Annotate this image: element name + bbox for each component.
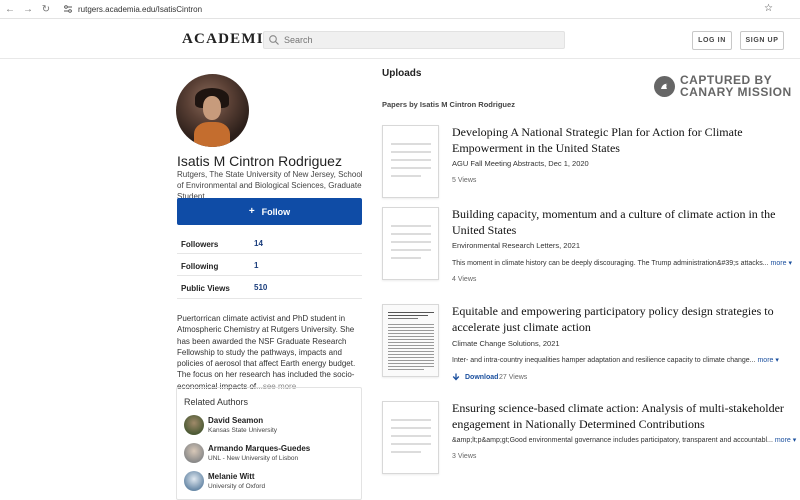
author-institution: University of Oxford xyxy=(208,483,266,490)
paper-meta: Environmental Research Letters, 2021 xyxy=(452,241,580,250)
more-link[interactable]: more ▾ xyxy=(771,260,792,267)
signup-button[interactable]: SIGN UP xyxy=(740,31,784,50)
stat-following-value[interactable]: 1 xyxy=(254,261,258,270)
paper-title[interactable]: Developing A National Strategic Plan for… xyxy=(452,125,800,156)
divider xyxy=(177,253,362,254)
profile-avatar xyxy=(176,74,249,147)
snippet-text: &amp;lt;p&amp;gt;Good environmental gove… xyxy=(452,437,773,444)
paper-views: 5 Views xyxy=(452,177,477,184)
related-author-item[interactable]: David Seamon Kansas State University xyxy=(184,415,359,439)
author-name[interactable]: David Seamon xyxy=(208,416,263,425)
paper-thumbnail[interactable] xyxy=(382,401,439,474)
stat-following-label: Following xyxy=(181,262,219,271)
caret-down-icon: ▾ xyxy=(792,437,797,444)
divider xyxy=(177,275,362,276)
related-authors-panel: Related Authors David Seamon Kansas Stat… xyxy=(176,387,362,500)
author-name[interactable]: Melanie Witt xyxy=(208,472,255,481)
snippet-text: Inter- and intra-country inequalities ha… xyxy=(452,357,756,364)
academia-logo[interactable]: ACADEMIA xyxy=(182,31,276,48)
profile-bio: Puertorrican climate activist and PhD st… xyxy=(177,313,367,392)
paper-thumbnail[interactable] xyxy=(382,304,439,377)
related-author-item[interactable]: Armando Marques-Guedes UNL - New Univers… xyxy=(184,443,359,467)
stat-followers-value[interactable]: 14 xyxy=(254,239,263,248)
paper-thumbnail[interactable] xyxy=(382,125,439,198)
search-box[interactable] xyxy=(263,31,565,49)
divider xyxy=(177,298,362,299)
reload-icon[interactable]: ↻ xyxy=(37,0,55,19)
author-avatar xyxy=(184,443,204,463)
paper-views: 27 Views xyxy=(499,374,528,381)
author-institution: UNL - New University of Lisbon xyxy=(208,455,299,462)
search-icon xyxy=(269,35,279,45)
stat-public-views-label: Public Views xyxy=(181,284,230,293)
url-text[interactable]: rutgers.academia.edu/IsatisCintron xyxy=(78,5,202,14)
follow-button[interactable]: + Follow xyxy=(177,198,362,225)
paper-title[interactable]: Equitable and empowering participatory p… xyxy=(452,304,800,335)
download-icon xyxy=(452,373,460,381)
paper-snippet: Inter- and intra-country inequalities ha… xyxy=(452,356,779,364)
bio-text: Puertorrican climate activist and PhD st… xyxy=(177,314,356,391)
profile-name: Isatis M Cintron Rodriguez xyxy=(177,153,342,169)
download-label[interactable]: Download xyxy=(465,374,498,381)
paper-snippet: This moment in climate history can be de… xyxy=(452,259,792,267)
paper-meta: Climate Change Solutions, 2021 xyxy=(452,339,560,348)
browser-toolbar: ← → ↻ rutgers.academia.edu/IsatisCintron… xyxy=(0,0,800,19)
paper-views: 4 Views xyxy=(452,276,477,283)
more-link[interactable]: more ▾ xyxy=(757,357,778,364)
snippet-text: This moment in climate history can be de… xyxy=(452,260,769,267)
forward-arrow-icon[interactable]: → xyxy=(19,0,37,19)
caret-down-icon: ▾ xyxy=(775,357,779,364)
paper-title[interactable]: Ensuring science-based climate action: A… xyxy=(452,401,800,432)
plus-icon: + xyxy=(248,206,255,217)
related-author-item[interactable]: Melanie Witt University of Oxford xyxy=(184,471,359,495)
stat-followers-label: Followers xyxy=(181,240,219,249)
paper-thumbnail[interactable] xyxy=(382,207,439,280)
bird-icon xyxy=(654,75,675,97)
author-avatar xyxy=(184,415,204,435)
watermark-line2: CANARY MISSION xyxy=(680,85,792,99)
author-name[interactable]: Armando Marques-Guedes xyxy=(208,444,310,453)
caret-down-icon: ▾ xyxy=(788,260,792,267)
author-institution: Kansas State University xyxy=(208,427,278,434)
uploads-title: Uploads xyxy=(382,68,422,79)
address-bar[interactable]: rutgers.academia.edu/IsatisCintron xyxy=(63,4,202,14)
search-input[interactable] xyxy=(284,35,554,45)
login-button[interactable]: LOG IN xyxy=(692,31,732,50)
related-authors-title: Related Authors xyxy=(184,397,249,407)
paper-snippet: &amp;lt;p&amp;gt;Good environmental gove… xyxy=(452,436,796,444)
bookmark-star-icon[interactable]: ☆ xyxy=(764,3,773,14)
site-settings-icon[interactable] xyxy=(63,4,73,14)
back-arrow-icon[interactable]: ← xyxy=(1,0,19,19)
stat-public-views-value: 510 xyxy=(254,283,268,292)
more-link[interactable]: more ▾ xyxy=(775,437,796,444)
download-link[interactable]: Download xyxy=(452,373,498,381)
author-avatar xyxy=(184,471,204,491)
paper-views: 3 Views xyxy=(452,453,477,460)
site-header: ACADEMIA LOG IN SIGN UP xyxy=(0,19,800,59)
papers-by-heading: Papers by Isatis M Cintron Rodriguez xyxy=(382,100,515,109)
follow-label: Follow xyxy=(261,206,291,217)
canary-mission-watermark: CAPTURED BY CANARY MISSION xyxy=(654,72,800,100)
paper-meta: AGU Fall Meeting Abstracts, Dec 1, 2020 xyxy=(452,159,589,168)
paper-title[interactable]: Building capacity, momentum and a cultur… xyxy=(452,207,800,238)
